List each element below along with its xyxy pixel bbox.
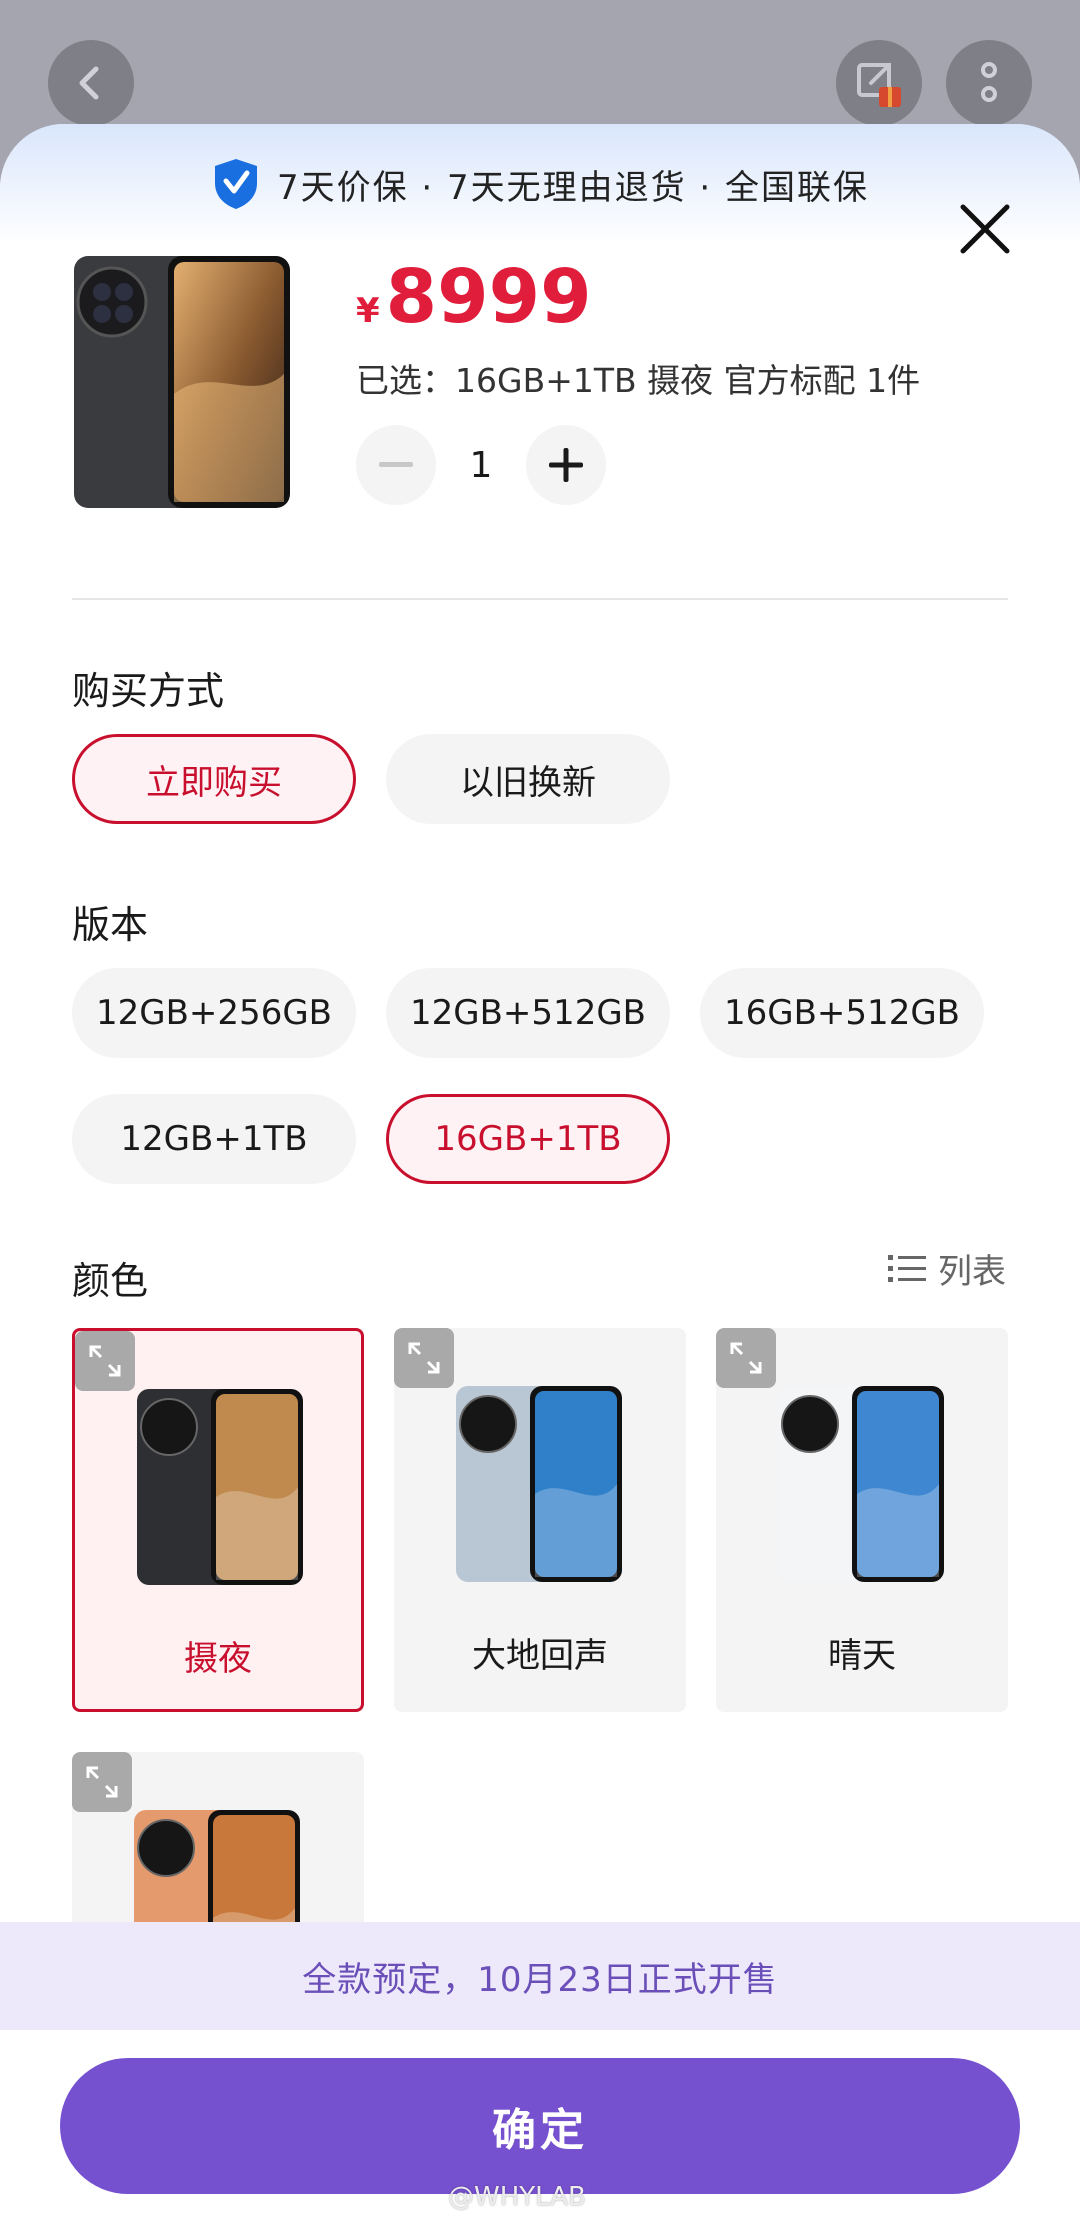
option-buy-now[interactable]: 立即购买 [72, 734, 356, 824]
option-trade-in[interactable]: 以旧换新 [386, 734, 670, 824]
color-name: 摄夜 [184, 1639, 252, 1679]
chevron-left-icon [79, 66, 99, 100]
selected-summary: 已选：16GB+1TB 摄夜 官方标配 1件 [356, 361, 921, 400]
expand-icon [86, 1766, 118, 1798]
color-option-earth-echo[interactable]: 大地回声 [394, 1328, 686, 1712]
decrease-button[interactable] [356, 425, 436, 505]
watermark-text: @WHYLAB [448, 2182, 586, 2212]
phone-image [456, 1386, 622, 1582]
list-view-label: 列表 [938, 1252, 1006, 1292]
version-title: 版本 [72, 903, 149, 947]
share-button[interactable] [836, 40, 922, 126]
product-image [74, 256, 290, 508]
product-options-sheet: 7天价保 · 7天无理由退货 · 全国联保 ¥ 8999 已选：16GB+1TB… [0, 124, 1080, 2223]
close-icon [960, 204, 1010, 254]
version-option[interactable]: 12GB+512GB [386, 968, 670, 1058]
version-option[interactable]: 12GB+256GB [72, 968, 356, 1058]
watermark: @WHYLAB [448, 2182, 586, 2212]
version-option-selected[interactable]: 16GB+1TB [386, 1094, 670, 1184]
close-button[interactable] [954, 198, 1016, 260]
expand-icon [730, 1342, 762, 1374]
list-icon [888, 1254, 926, 1282]
purchase-method-title: 购买方式 [72, 669, 225, 713]
guarantee-text: 7天价保 · 7天无理由退货 · 全国联保 [276, 167, 870, 208]
expand-button[interactable] [75, 1331, 135, 1391]
color-title: 颜色 [72, 1259, 149, 1303]
increase-button[interactable] [526, 425, 606, 505]
price-amount: 8999 [385, 254, 592, 340]
phone-image [778, 1386, 944, 1582]
color-name: 晴天 [828, 1636, 896, 1676]
plus-icon [549, 448, 583, 482]
quantity-stepper: 1 [356, 424, 606, 506]
phone-image [137, 1389, 303, 1585]
expand-button[interactable] [394, 1328, 454, 1388]
shield-check-icon [214, 159, 257, 209]
version-option[interactable]: 16GB+512GB [700, 968, 984, 1058]
back-button[interactable] [48, 40, 134, 126]
color-name: 大地回声 [472, 1636, 608, 1676]
price: ¥ 8999 [356, 254, 592, 340]
list-view-toggle[interactable]: 列表 [888, 1244, 1006, 1293]
price-currency: ¥ [356, 291, 380, 331]
expand-button[interactable] [72, 1752, 132, 1812]
expand-icon [89, 1345, 121, 1377]
confirm-button[interactable]: 确定 [60, 2058, 1020, 2194]
color-option-sunny[interactable]: 晴天 [716, 1328, 1008, 1712]
color-option-night[interactable]: 摄夜 [72, 1328, 364, 1712]
presale-notice: 全款预定，10月23日正式开售 [0, 1922, 1080, 2030]
expand-button[interactable] [716, 1328, 776, 1388]
share-gift-icon [857, 63, 901, 107]
guarantee-banner: 7天价保 · 7天无理由退货 · 全国联保 [0, 124, 1080, 244]
minus-icon [379, 462, 413, 467]
quantity-value: 1 [469, 444, 493, 486]
divider [72, 598, 1008, 600]
version-option[interactable]: 12GB+1TB [72, 1094, 356, 1184]
expand-icon [408, 1342, 440, 1374]
more-button[interactable] [946, 40, 1032, 126]
more-dots-icon [981, 62, 997, 102]
